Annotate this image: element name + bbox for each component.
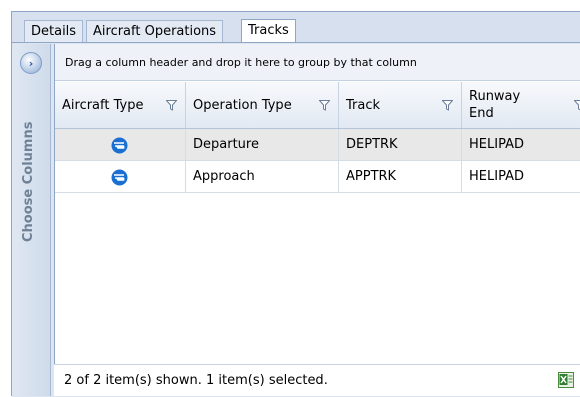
- filter-icon[interactable]: [166, 100, 177, 111]
- column-header-track[interactable]: Track: [339, 82, 462, 128]
- tab-aircraft-operations[interactable]: Aircraft Operations: [86, 20, 224, 43]
- helicopter-icon: [111, 137, 128, 154]
- table-row[interactable]: Approach APPTRK HELIPAD: [55, 161, 580, 193]
- runway-end-cell[interactable]: HELIPAD: [462, 129, 580, 160]
- tab-tracks[interactable]: Tracks: [241, 19, 296, 44]
- group-by-panel[interactable]: Drag a column header and drop it here to…: [55, 44, 580, 81]
- column-header-label: Operation Type: [193, 97, 292, 113]
- column-header-aircraft-type[interactable]: Aircraft Type: [55, 82, 186, 128]
- track-cell[interactable]: DEPTRK: [339, 129, 462, 160]
- helicopter-icon: [111, 169, 128, 186]
- column-header-label: Track: [346, 97, 381, 113]
- column-header-label: Aircraft Type: [62, 97, 144, 113]
- aircraft-type-cell[interactable]: [55, 161, 186, 192]
- track-cell[interactable]: APPTRK: [339, 161, 462, 192]
- column-header-label: Runway End: [469, 89, 521, 121]
- excel-export-icon[interactable]: [558, 372, 574, 388]
- chevron-right-icon[interactable]: ›: [20, 52, 42, 74]
- operation-type-cell[interactable]: Departure: [186, 129, 339, 160]
- tab-strip: Details Aircraft Operations Tracks: [12, 12, 580, 44]
- column-header-row: Aircraft Type Operation Type Track Runwa…: [55, 82, 580, 129]
- tracks-grid: Drag a column header and drop it here to…: [54, 44, 580, 396]
- aircraft-type-cell[interactable]: [55, 129, 186, 160]
- filter-icon[interactable]: [319, 100, 330, 111]
- operation-type-cell[interactable]: Approach: [186, 161, 339, 192]
- tab-details[interactable]: Details: [24, 20, 84, 43]
- status-bar: 2 of 2 item(s) shown. 1 item(s) selected…: [54, 364, 580, 396]
- choose-columns-label[interactable]: Choose Columns: [15, 92, 43, 242]
- column-header-operation-type[interactable]: Operation Type: [186, 82, 339, 128]
- status-text: 2 of 2 item(s) shown. 1 item(s) selected…: [64, 373, 328, 388]
- column-header-runway-end[interactable]: Runway End: [462, 82, 580, 128]
- table-row[interactable]: Departure DEPTRK HELIPAD: [55, 129, 580, 161]
- runway-end-cell[interactable]: HELIPAD: [462, 161, 580, 192]
- filter-icon[interactable]: [574, 100, 580, 111]
- filter-icon[interactable]: [442, 100, 453, 111]
